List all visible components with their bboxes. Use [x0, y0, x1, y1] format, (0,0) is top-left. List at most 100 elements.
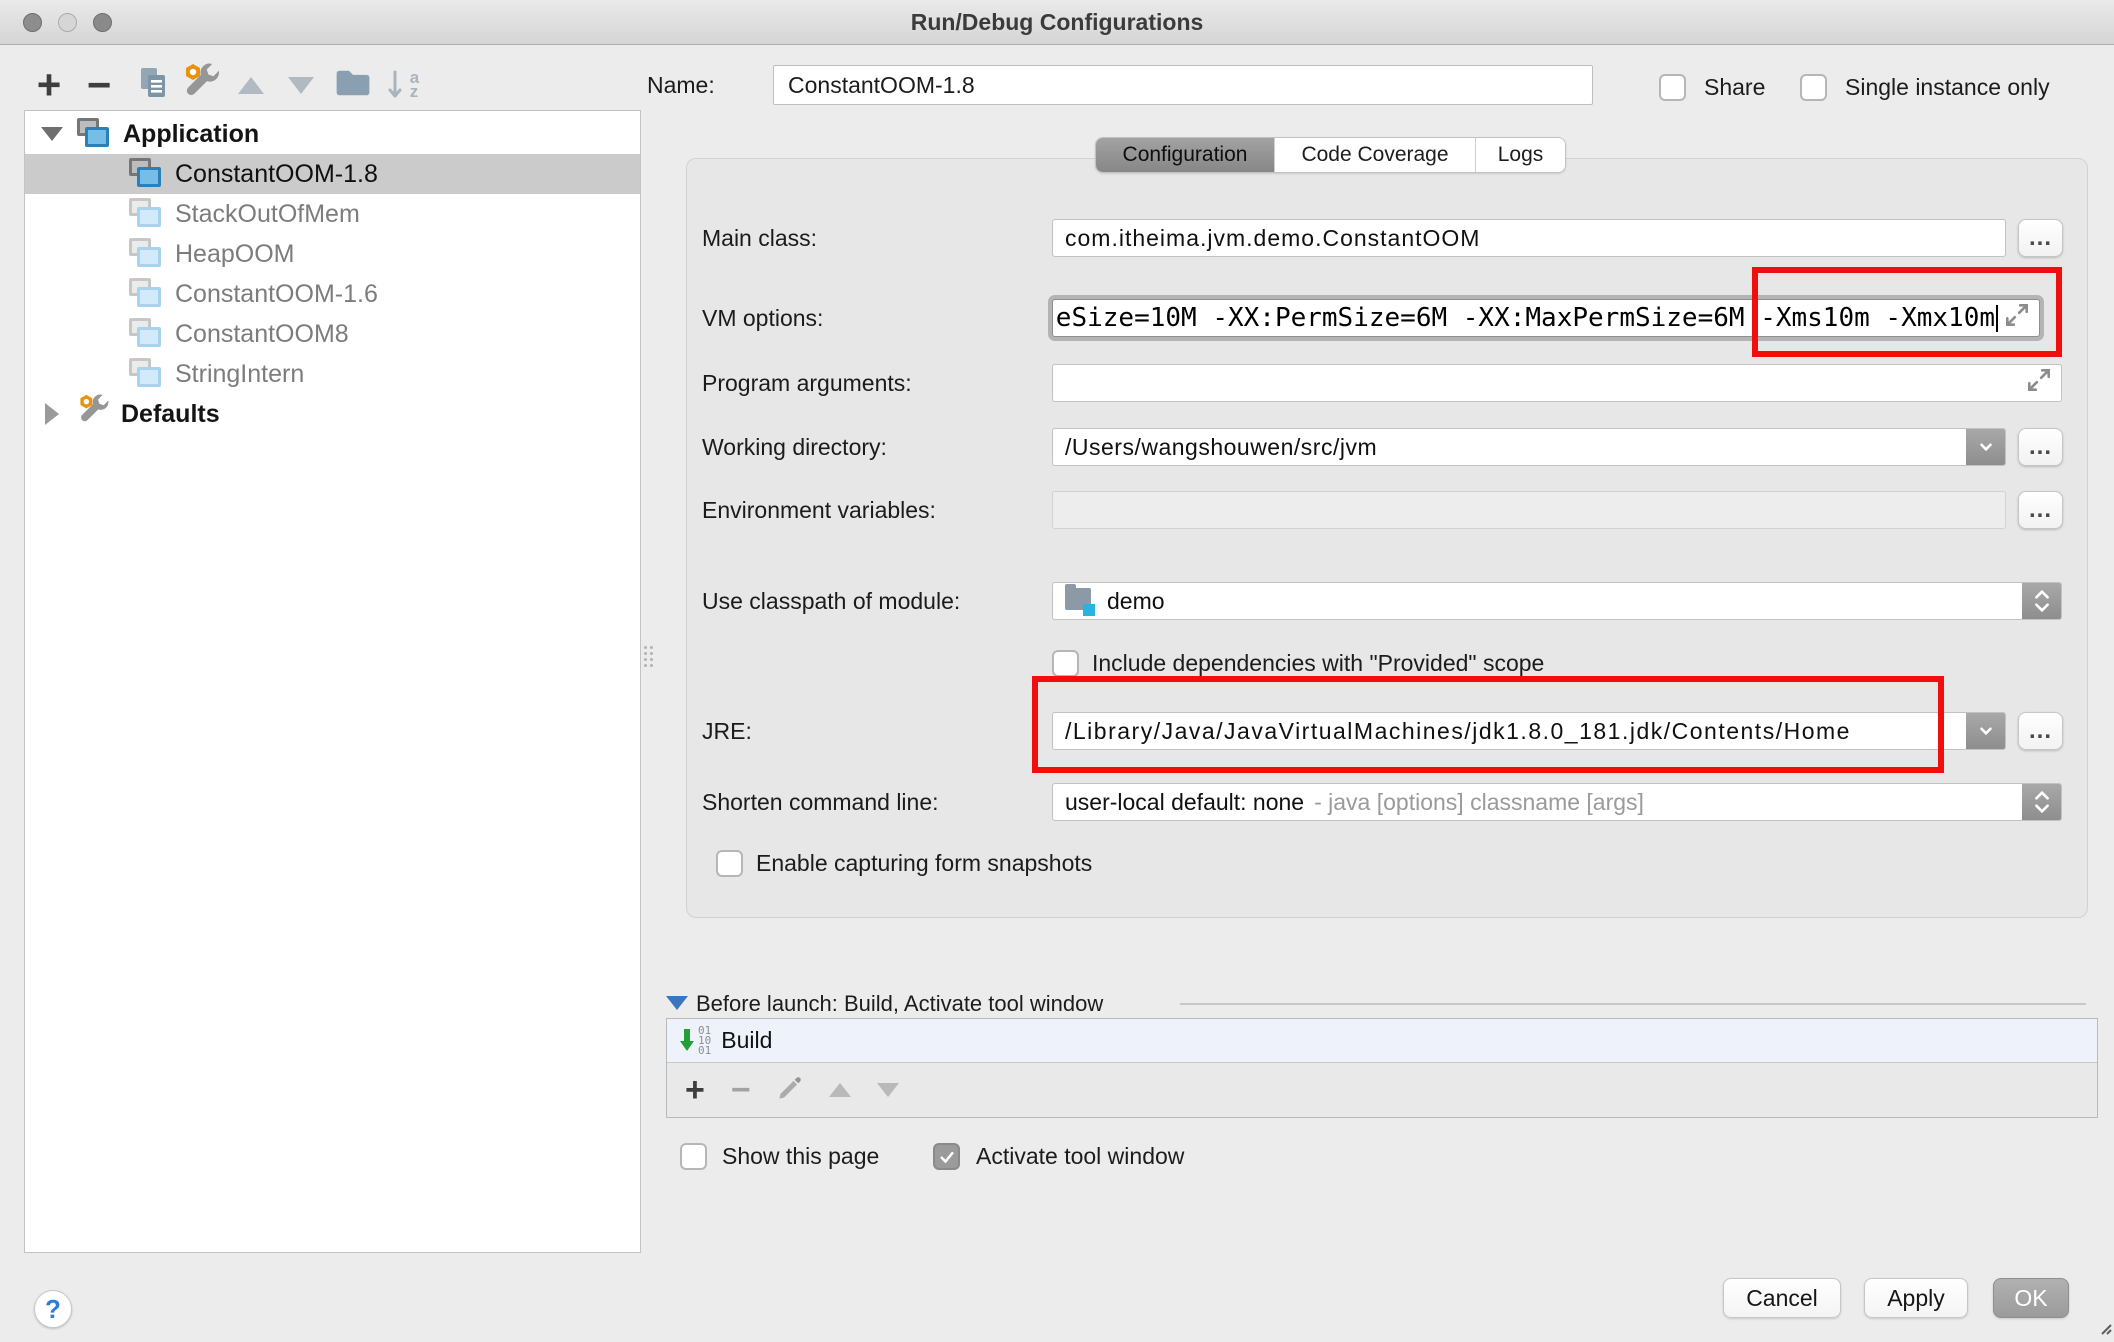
more-icon: ... [2028, 496, 2052, 523]
vm-options-input[interactable]: eSize=10M -XX:PermSize=6M -XX:MaxPermSiz… [1052, 299, 2040, 337]
apply-button[interactable]: Apply [1864, 1278, 1968, 1318]
application-icon [129, 357, 165, 391]
wrench-icon [77, 393, 111, 435]
tree-item-label: ConstantOOM-1.6 [175, 279, 378, 308]
environment-variables-input[interactable] [1052, 491, 2006, 529]
copy-configuration-button[interactable] [130, 62, 176, 108]
show-this-page-checkbox[interactable] [680, 1143, 707, 1170]
zoom-button[interactable] [93, 13, 112, 32]
sort-configurations-button[interactable]: a z [380, 62, 426, 108]
main-class-browse-button[interactable]: ... [2018, 219, 2063, 257]
chevron-down-icon[interactable] [41, 127, 63, 141]
environment-variables-label: Environment variables: [702, 497, 936, 523]
move-task-up-button[interactable] [828, 1083, 851, 1097]
application-icon [129, 277, 165, 311]
tree-item-stackoutofmem[interactable]: StackOutOfMem [25, 194, 640, 234]
dropdown-button[interactable] [1966, 713, 2005, 749]
single-instance-label: Single instance only [1845, 74, 2050, 100]
more-icon: ... [2028, 433, 2052, 460]
stepper-icon[interactable] [2022, 583, 2061, 619]
edit-task-button[interactable] [777, 1075, 803, 1106]
tab-configuration[interactable]: Configuration [1096, 138, 1275, 172]
share-checkbox[interactable] [1659, 74, 1686, 101]
tree-item-constantoom-1-8[interactable]: ConstantOOM-1.8 [25, 154, 640, 194]
move-down-button[interactable] [278, 62, 324, 108]
cancel-button[interactable]: Cancel [1723, 1278, 1841, 1318]
move-up-button[interactable] [228, 62, 274, 108]
question-mark-icon: ? [45, 1293, 61, 1324]
tree-item-constantoom8[interactable]: ConstantOOM8 [25, 314, 640, 354]
collapse-arrow-icon[interactable] [666, 996, 688, 1010]
folder-icon [335, 68, 371, 103]
expand-field-icon[interactable] [2025, 366, 2053, 400]
jre-select[interactable]: /Library/Java/JavaVirtualMachines/jdk1.8… [1052, 712, 2006, 750]
help-button[interactable]: ? [34, 1290, 72, 1328]
capture-snapshots-checkbox[interactable] [716, 850, 743, 877]
arrow-down-icon [288, 76, 314, 94]
remove-configuration-button[interactable]: − [76, 62, 122, 108]
remove-task-button[interactable]: − [731, 1071, 751, 1110]
edit-defaults-button[interactable] [179, 62, 225, 108]
before-launch-list: 01 10 01 Build + − [666, 1018, 2098, 1118]
working-directory-label: Working directory: [702, 434, 887, 460]
sort-az-icon: a z [387, 68, 419, 102]
main-class-label: Main class: [702, 225, 818, 251]
expand-field-icon[interactable] [2003, 301, 2031, 335]
before-launch-toolbar: + − [667, 1063, 2097, 1117]
tree-item-constantoom-1-6[interactable]: ConstantOOM-1.6 [25, 274, 640, 314]
share-label: Share [1704, 74, 1766, 100]
activate-tool-window-label: Activate tool window [976, 1143, 1185, 1169]
run-debug-configurations-dialog: Run/Debug Configurations + − a z Applica… [0, 0, 2114, 1342]
move-task-down-button[interactable] [876, 1083, 899, 1097]
add-configuration-button[interactable]: + [26, 62, 72, 108]
show-this-page-label: Show this page [722, 1143, 880, 1169]
use-classpath-select[interactable]: demo [1052, 582, 2062, 620]
environment-variables-browse-button[interactable]: ... [2018, 491, 2063, 529]
tree-group-defaults[interactable]: Defaults [25, 393, 640, 435]
tree-item-label: StackOutOfMem [175, 199, 360, 228]
tree-group-application[interactable]: Application [25, 114, 640, 154]
ok-button[interactable]: OK [1993, 1278, 2069, 1318]
tab-code-coverage[interactable]: Code Coverage [1275, 138, 1476, 172]
splitter-grip[interactable] [641, 636, 655, 676]
tree-group-label: Application [123, 119, 260, 148]
main-class-input[interactable]: com.itheima.jvm.demo.ConstantOOM [1052, 219, 2006, 257]
tree-item-label: ConstantOOM-1.8 [175, 159, 378, 188]
create-folder-button[interactable] [330, 62, 376, 108]
application-icon [129, 197, 165, 231]
vm-options-label: VM options: [702, 305, 824, 331]
jre-browse-button[interactable]: ... [2018, 712, 2063, 750]
name-input[interactable]: ConstantOOM-1.8 [773, 65, 1593, 105]
shorten-command-line-select[interactable]: user-local default: none - java [options… [1052, 783, 2062, 821]
checkmark-icon [939, 1151, 954, 1163]
resize-grip[interactable] [2096, 1319, 2112, 1340]
minimize-button[interactable] [58, 13, 77, 32]
tree-item-heapoom[interactable]: HeapOOM [25, 234, 640, 274]
tab-bar: Configuration Code Coverage Logs [1095, 137, 1566, 173]
program-arguments-label: Program arguments: [702, 370, 912, 396]
working-directory-browse-button[interactable]: ... [2018, 428, 2063, 466]
chevron-right-icon[interactable] [45, 403, 59, 425]
application-icon [77, 117, 113, 151]
name-label: Name: [647, 72, 715, 98]
program-arguments-input[interactable] [1052, 364, 2062, 402]
activate-tool-window-checkbox[interactable] [933, 1143, 960, 1170]
working-directory-input[interactable]: /Users/wangshouwen/src/jvm [1052, 428, 2006, 466]
single-instance-checkbox[interactable] [1800, 74, 1827, 101]
configurations-tree: Application ConstantOOM-1.8 StackOutOfMe… [24, 110, 641, 1253]
window-title: Run/Debug Configurations [910, 9, 1204, 35]
tree-item-label: ConstantOOM8 [175, 319, 349, 348]
stepper-icon[interactable] [2022, 784, 2061, 820]
add-task-button[interactable]: + [685, 1071, 705, 1110]
tree-item-stringintern[interactable]: StringIntern [25, 354, 640, 394]
dropdown-button[interactable] [1966, 429, 2005, 465]
close-button[interactable] [23, 13, 42, 32]
tab-logs[interactable]: Logs [1476, 138, 1565, 172]
shorten-command-line-label: Shorten command line: [702, 789, 939, 815]
provided-scope-checkbox[interactable] [1052, 650, 1079, 677]
before-launch-item-build[interactable]: 01 10 01 Build [667, 1019, 2097, 1063]
build-icon: 01 10 01 [677, 1025, 711, 1056]
more-icon: ... [2028, 717, 2052, 744]
application-icon [129, 157, 165, 191]
copy-icon [134, 64, 172, 107]
